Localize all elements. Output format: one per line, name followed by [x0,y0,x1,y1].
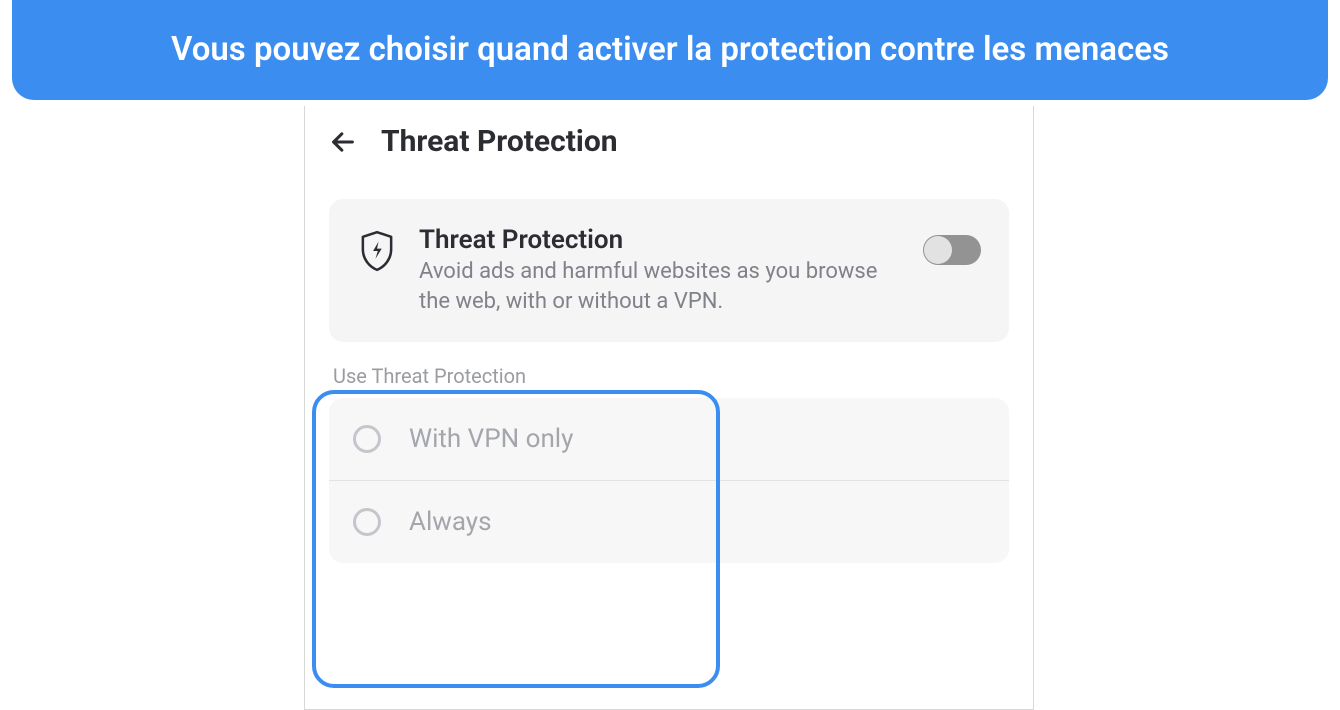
shield-lightning-icon [357,225,397,277]
card-text: Threat Protection Avoid ads and harmful … [419,225,901,316]
radio-unchecked-icon [353,508,381,536]
option-with-vpn-only[interactable]: With VPN only [329,398,1009,480]
banner-text: Vous pouvez choisir quand activer la pro… [171,29,1169,70]
option-label: Always [409,507,492,537]
radio-unchecked-icon [353,425,381,453]
option-label: With VPN only [409,424,573,454]
back-arrow-icon[interactable] [329,128,357,156]
section-label: Use Threat Protection [329,364,1009,388]
threat-protection-card: Threat Protection Avoid ads and harmful … [329,199,1009,342]
threat-protection-toggle[interactable] [923,235,981,265]
card-subtitle: Avoid ads and harmful websites as you br… [419,257,901,316]
options-card: With VPN only Always [329,398,1009,563]
threat-protection-panel: Threat Protection Threat Protection Avoi… [304,106,1034,710]
info-banner: Vous pouvez choisir quand activer la pro… [12,0,1328,100]
option-always[interactable]: Always [329,480,1009,563]
panel-header: Threat Protection [329,124,1009,159]
page-title: Threat Protection [381,124,618,159]
card-title: Threat Protection [419,225,901,255]
